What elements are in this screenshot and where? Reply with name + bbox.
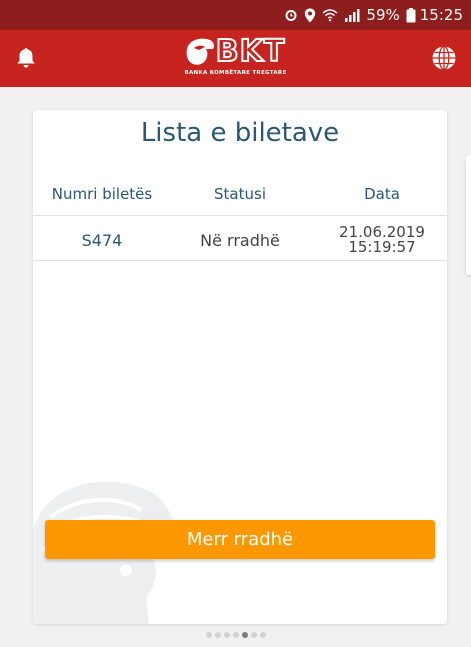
page-dot[interactable] xyxy=(259,632,266,638)
page-dot[interactable] xyxy=(214,632,221,638)
page-dot[interactable] xyxy=(223,632,230,638)
ticket-list-card: Lista e biletave Numri biletës Statusi D… xyxy=(33,110,447,624)
side-drawer-handle[interactable] xyxy=(466,155,471,275)
wifi-icon xyxy=(322,8,338,22)
app-bar: BKT BANKA KOMBËTARE TREGTARE xyxy=(0,30,471,87)
header-date: Data xyxy=(364,185,400,203)
alarm-icon xyxy=(284,8,298,22)
battery-icon xyxy=(406,7,416,23)
location-icon xyxy=(304,8,316,23)
header-status: Statusi xyxy=(214,185,266,203)
page-title: Lista e biletave xyxy=(140,118,340,148)
page-dot[interactable] xyxy=(250,632,257,638)
ticket-status: Në rradhë xyxy=(200,230,280,250)
row-divider xyxy=(33,260,447,261)
eagle-head-icon xyxy=(186,38,214,65)
logo-letters: BKT xyxy=(215,34,286,70)
status-bar: 59% 15:25 xyxy=(0,0,471,30)
signal-icon xyxy=(344,8,360,22)
ticket-datetime: 21.06.2019 15:19:57 xyxy=(309,225,447,255)
header-divider xyxy=(33,215,447,216)
logo-subtitle: BANKA KOMBËTARE TREGTARE xyxy=(184,70,287,76)
bkt-logo: BKT BANKA KOMBËTARE TREGTARE xyxy=(166,34,306,83)
globe-icon[interactable] xyxy=(431,45,457,71)
clock: 15:25 xyxy=(419,6,463,24)
bell-icon[interactable] xyxy=(14,46,38,70)
page-dot[interactable] xyxy=(232,632,239,638)
page-indicator xyxy=(0,632,471,642)
table-row[interactable]: S474 Në rradhë 21.06.2019 15:19:57 xyxy=(33,220,447,260)
page-dot[interactable] xyxy=(241,632,248,638)
ticket-time: 15:19:57 xyxy=(348,238,416,256)
battery-percent: 59% xyxy=(366,6,400,24)
page-dot[interactable] xyxy=(205,632,212,638)
header-ticket-number: Numri biletës xyxy=(51,185,153,203)
table-header: Numri biletës Statusi Data xyxy=(33,185,447,207)
ticket-number: S474 xyxy=(81,230,123,250)
get-queue-button[interactable]: Merr rradhë xyxy=(45,520,435,559)
